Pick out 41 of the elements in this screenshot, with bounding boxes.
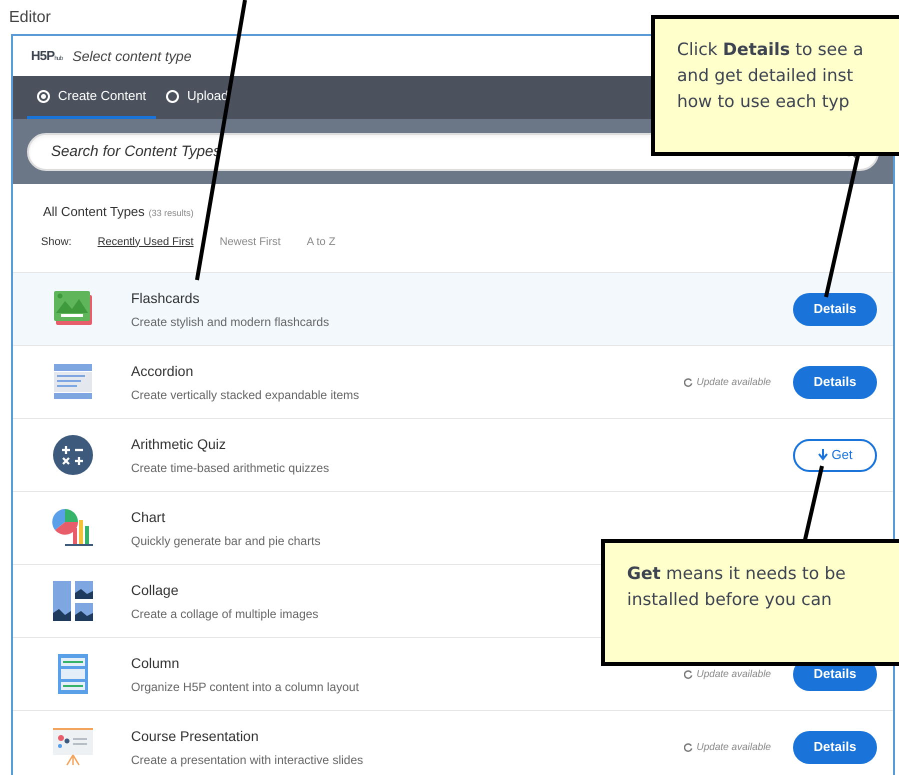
content-type-title: Collage [131,580,178,600]
refresh-icon [684,742,692,752]
content-type-title: Accordion [131,362,194,380]
content-type-title: Chart [131,508,166,526]
section-heading: All Content Types [43,203,145,221]
update-status: Update available [696,668,771,682]
details-button[interactable]: Details [793,730,877,764]
content-type-description: Create stylish and modern flashcards [131,314,330,330]
editor-label: Editor [9,9,51,26]
update-status: Update available [696,740,771,754]
sort-option[interactable]: Newest First [220,234,281,250]
content-type-description: Create vertically stacked expandable items [131,386,360,404]
results-count: (33 results) [148,207,194,220]
tab[interactable]: Upload [156,76,238,119]
image-grid-icon [51,579,95,623]
math-symbols-icon [51,433,95,477]
content-type-row[interactable]: Flashcards Create stylish and modern flashcards Details [13,272,893,345]
get-button[interactable]: Get [793,438,877,472]
callout-text: Click Details to see a and get detailed inst how to use each typ [677,39,864,114]
details-button[interactable]: Details [793,292,877,326]
content-type-description: Create a collage of multiple images [131,606,318,622]
sort-option[interactable]: Recently Used First [98,234,194,250]
refresh-icon [684,670,692,678]
sort-option[interactable]: A to Z [306,234,336,250]
content-type-title: Flashcards [131,288,200,308]
content-type-description: Quickly generate bar and pie charts [131,532,320,550]
download-arrow-icon [818,449,828,461]
content-type-title: Arithmetic Quiz [131,434,226,454]
refresh-icon [684,378,692,386]
sort-label: Show: [41,234,72,250]
callout-text: Get means it needs to be installed before you can [627,563,847,612]
radio-icon [166,90,180,102]
content-type-title: Course Presentation [131,726,259,746]
panel-title: Select content type [72,46,192,66]
content-type-title: Column [131,654,180,672]
radio-icon [37,90,50,102]
content-type-description: Create a presentation with interactive slides [131,752,364,768]
update-status: Update available [696,376,771,390]
content-type-description: Organize H5P content into a column layout [131,678,359,696]
details-button[interactable]: Details [793,366,877,398]
content-type-description: Create time-based arithmetic quizzes [131,460,330,476]
